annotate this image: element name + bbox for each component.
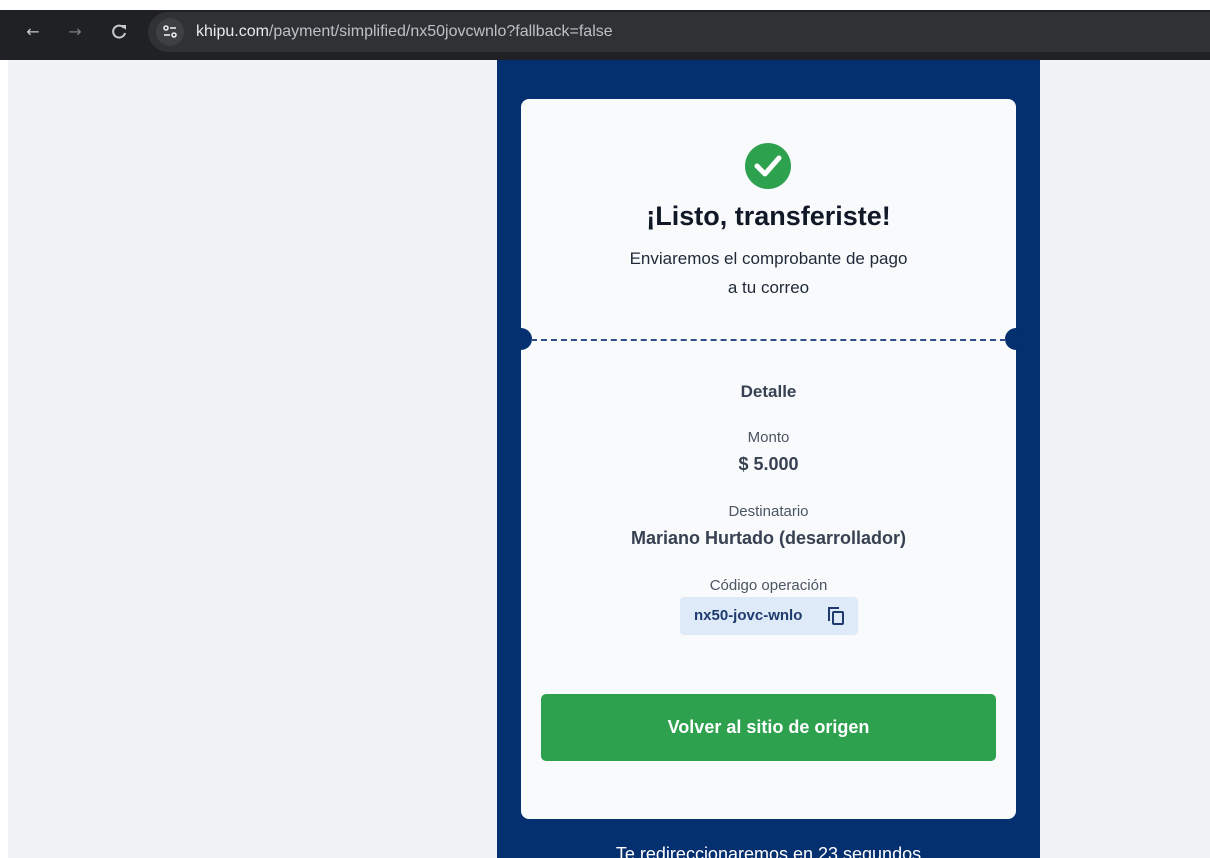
return-to-origin-button[interactable]: Volver al sitio de origen: [541, 694, 996, 761]
check-circle-icon: [745, 143, 791, 189]
address-bar[interactable]: khipu.com/payment/simplified/nx50jovcwnl…: [148, 12, 1210, 52]
redirect-countdown: Te redireccionaremos en 23 segundos: [615, 844, 922, 858]
detail-heading: Detalle: [740, 382, 797, 401]
success-title: ¡Listo, transferiste!: [646, 201, 891, 231]
operation-code-chip[interactable]: nx50-jovc-wnlo: [680, 597, 858, 635]
success-message-line-1: Enviaremos el comprobante de pago: [629, 249, 908, 268]
receipt-card: ¡Listo, transferiste! Enviaremos el comp…: [510, 99, 1027, 819]
ticket-notch-right: [1005, 328, 1027, 350]
payment-panel: ¡Listo, transferiste! Enviaremos el comp…: [497, 60, 1040, 858]
operation-code-label: Código operación: [709, 577, 828, 594]
back-icon[interactable]: ←: [22, 21, 44, 43]
browser-top-strip: [0, 0, 1210, 10]
operation-code-value: nx50-jovc-wnlo: [694, 607, 803, 624]
amount-value: $ 5.000: [738, 454, 799, 474]
site-info-icon[interactable]: [156, 18, 184, 46]
page-background: ¡Listo, transferiste! Enviaremos el comp…: [8, 60, 1210, 858]
recipient-label: Destinatario: [728, 503, 809, 520]
success-message: Enviaremos el comprobante de pago a tu c…: [581, 244, 956, 302]
recipient-value: Mariano Hurtado (desarrollador): [630, 528, 907, 548]
page-left-edge: [0, 60, 8, 858]
amount-label: Monto: [747, 429, 790, 446]
dashed-divider: [531, 339, 1006, 341]
url-text[interactable]: khipu.com/payment/simplified/nx50jovcwnl…: [196, 22, 613, 42]
url-host: khipu.com: [196, 23, 269, 40]
browser-toolbar: ← → khipu.com/payment/simplified/nx50jov…: [0, 0, 1210, 60]
ticket-notch-left: [510, 328, 532, 350]
forward-icon[interactable]: →: [64, 21, 86, 43]
success-message-line-2: a tu correo: [727, 278, 810, 297]
url-path: /payment/simplified/nx50jovcwnlo?fallbac…: [268, 23, 613, 40]
copy-icon[interactable]: [826, 606, 846, 626]
reload-icon[interactable]: [108, 21, 130, 43]
